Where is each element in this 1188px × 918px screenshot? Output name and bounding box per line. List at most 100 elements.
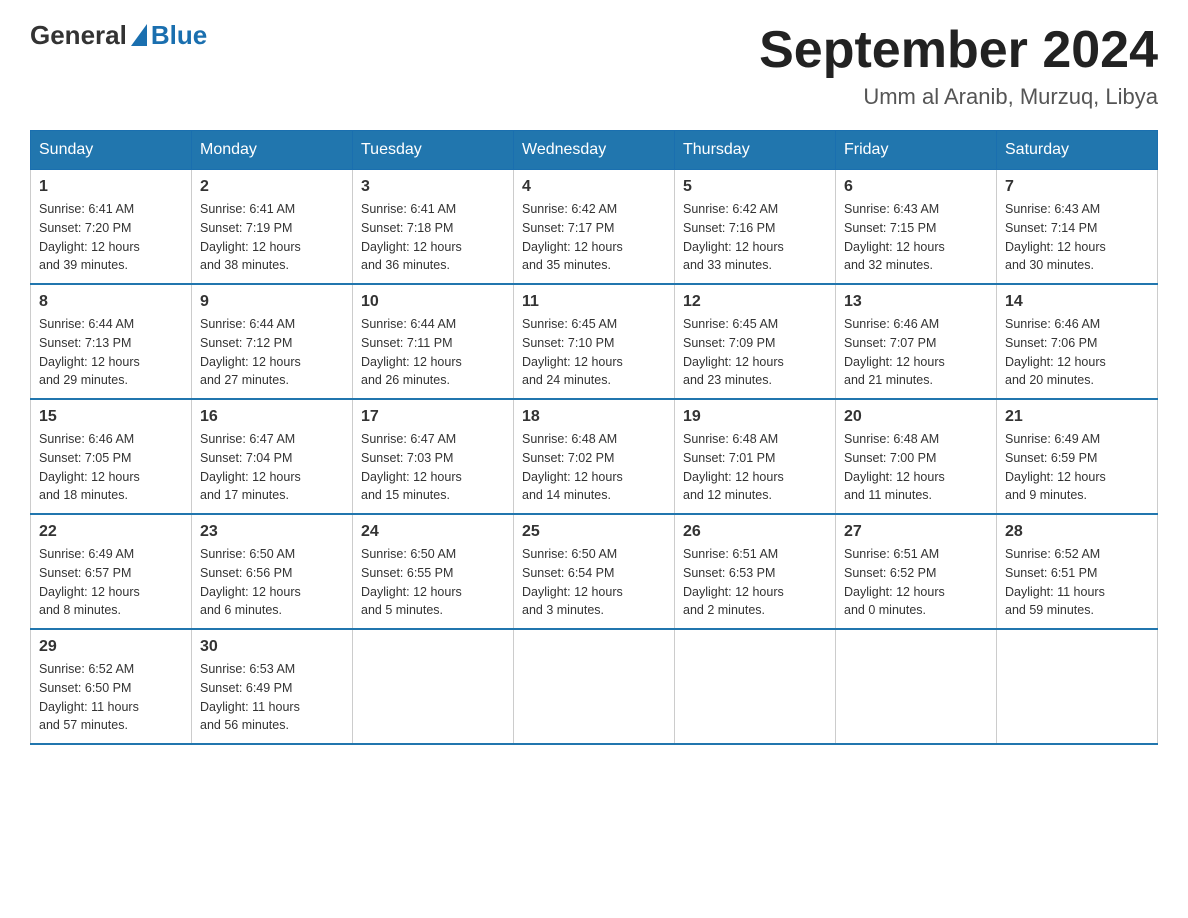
column-header-monday: Monday <box>192 131 353 170</box>
column-header-friday: Friday <box>836 131 997 170</box>
calendar-cell: 2 Sunrise: 6:41 AMSunset: 7:19 PMDayligh… <box>192 170 353 285</box>
logo-triangle-icon <box>131 24 147 46</box>
logo-general-text: General <box>30 20 127 51</box>
calendar-cell <box>675 629 836 744</box>
day-number: 11 <box>522 293 666 311</box>
week-row-2: 8 Sunrise: 6:44 AMSunset: 7:13 PMDayligh… <box>31 284 1158 399</box>
calendar-header-row: SundayMondayTuesdayWednesdayThursdayFrid… <box>31 131 1158 170</box>
day-number: 23 <box>200 523 344 541</box>
week-row-3: 15 Sunrise: 6:46 AMSunset: 7:05 PMDaylig… <box>31 399 1158 514</box>
day-info: Sunrise: 6:51 AMSunset: 6:53 PMDaylight:… <box>683 547 784 617</box>
day-info: Sunrise: 6:44 AMSunset: 7:12 PMDaylight:… <box>200 317 301 387</box>
day-number: 6 <box>844 178 988 196</box>
day-number: 12 <box>683 293 827 311</box>
calendar-cell: 14 Sunrise: 6:46 AMSunset: 7:06 PMDaylig… <box>997 284 1158 399</box>
calendar-cell: 10 Sunrise: 6:44 AMSunset: 7:11 PMDaylig… <box>353 284 514 399</box>
day-number: 19 <box>683 408 827 426</box>
calendar-cell: 30 Sunrise: 6:53 AMSunset: 6:49 PMDaylig… <box>192 629 353 744</box>
calendar-cell: 1 Sunrise: 6:41 AMSunset: 7:20 PMDayligh… <box>31 170 192 285</box>
day-info: Sunrise: 6:43 AMSunset: 7:15 PMDaylight:… <box>844 202 945 272</box>
logo: General Blue <box>30 20 207 51</box>
week-row-4: 22 Sunrise: 6:49 AMSunset: 6:57 PMDaylig… <box>31 514 1158 629</box>
calendar-cell: 20 Sunrise: 6:48 AMSunset: 7:00 PMDaylig… <box>836 399 997 514</box>
week-row-1: 1 Sunrise: 6:41 AMSunset: 7:20 PMDayligh… <box>31 170 1158 285</box>
calendar-title: September 2024 <box>759 20 1158 80</box>
logo-blue-text: Blue <box>151 20 207 51</box>
day-info: Sunrise: 6:44 AMSunset: 7:11 PMDaylight:… <box>361 317 462 387</box>
day-number: 15 <box>39 408 183 426</box>
day-info: Sunrise: 6:41 AMSunset: 7:20 PMDaylight:… <box>39 202 140 272</box>
calendar-cell: 16 Sunrise: 6:47 AMSunset: 7:04 PMDaylig… <box>192 399 353 514</box>
day-info: Sunrise: 6:46 AMSunset: 7:07 PMDaylight:… <box>844 317 945 387</box>
calendar-cell: 7 Sunrise: 6:43 AMSunset: 7:14 PMDayligh… <box>997 170 1158 285</box>
calendar-cell: 3 Sunrise: 6:41 AMSunset: 7:18 PMDayligh… <box>353 170 514 285</box>
day-info: Sunrise: 6:45 AMSunset: 7:09 PMDaylight:… <box>683 317 784 387</box>
column-header-wednesday: Wednesday <box>514 131 675 170</box>
calendar-cell: 23 Sunrise: 6:50 AMSunset: 6:56 PMDaylig… <box>192 514 353 629</box>
day-info: Sunrise: 6:41 AMSunset: 7:18 PMDaylight:… <box>361 202 462 272</box>
day-info: Sunrise: 6:50 AMSunset: 6:54 PMDaylight:… <box>522 547 623 617</box>
day-info: Sunrise: 6:48 AMSunset: 7:01 PMDaylight:… <box>683 432 784 502</box>
day-number: 26 <box>683 523 827 541</box>
day-number: 10 <box>361 293 505 311</box>
calendar-cell: 18 Sunrise: 6:48 AMSunset: 7:02 PMDaylig… <box>514 399 675 514</box>
day-number: 17 <box>361 408 505 426</box>
day-number: 13 <box>844 293 988 311</box>
day-info: Sunrise: 6:45 AMSunset: 7:10 PMDaylight:… <box>522 317 623 387</box>
day-info: Sunrise: 6:51 AMSunset: 6:52 PMDaylight:… <box>844 547 945 617</box>
title-section: September 2024 Umm al Aranib, Murzuq, Li… <box>759 20 1158 110</box>
day-number: 20 <box>844 408 988 426</box>
day-number: 27 <box>844 523 988 541</box>
day-number: 5 <box>683 178 827 196</box>
day-info: Sunrise: 6:46 AMSunset: 7:05 PMDaylight:… <box>39 432 140 502</box>
calendar-cell: 27 Sunrise: 6:51 AMSunset: 6:52 PMDaylig… <box>836 514 997 629</box>
day-info: Sunrise: 6:43 AMSunset: 7:14 PMDaylight:… <box>1005 202 1106 272</box>
calendar-cell: 26 Sunrise: 6:51 AMSunset: 6:53 PMDaylig… <box>675 514 836 629</box>
calendar-cell: 21 Sunrise: 6:49 AMSunset: 6:59 PMDaylig… <box>997 399 1158 514</box>
calendar-cell: 22 Sunrise: 6:49 AMSunset: 6:57 PMDaylig… <box>31 514 192 629</box>
day-number: 4 <box>522 178 666 196</box>
calendar-cell: 25 Sunrise: 6:50 AMSunset: 6:54 PMDaylig… <box>514 514 675 629</box>
day-info: Sunrise: 6:42 AMSunset: 7:17 PMDaylight:… <box>522 202 623 272</box>
calendar-cell: 24 Sunrise: 6:50 AMSunset: 6:55 PMDaylig… <box>353 514 514 629</box>
day-number: 25 <box>522 523 666 541</box>
column-header-thursday: Thursday <box>675 131 836 170</box>
calendar-cell: 12 Sunrise: 6:45 AMSunset: 7:09 PMDaylig… <box>675 284 836 399</box>
day-info: Sunrise: 6:49 AMSunset: 6:57 PMDaylight:… <box>39 547 140 617</box>
day-info: Sunrise: 6:48 AMSunset: 7:02 PMDaylight:… <box>522 432 623 502</box>
week-row-5: 29 Sunrise: 6:52 AMSunset: 6:50 PMDaylig… <box>31 629 1158 744</box>
day-number: 8 <box>39 293 183 311</box>
calendar-subtitle: Umm al Aranib, Murzuq, Libya <box>759 84 1158 110</box>
day-info: Sunrise: 6:44 AMSunset: 7:13 PMDaylight:… <box>39 317 140 387</box>
day-number: 22 <box>39 523 183 541</box>
calendar-table: SundayMondayTuesdayWednesdayThursdayFrid… <box>30 130 1158 745</box>
day-info: Sunrise: 6:49 AMSunset: 6:59 PMDaylight:… <box>1005 432 1106 502</box>
day-number: 28 <box>1005 523 1149 541</box>
day-number: 18 <box>522 408 666 426</box>
calendar-cell: 5 Sunrise: 6:42 AMSunset: 7:16 PMDayligh… <box>675 170 836 285</box>
column-header-sunday: Sunday <box>31 131 192 170</box>
day-info: Sunrise: 6:47 AMSunset: 7:03 PMDaylight:… <box>361 432 462 502</box>
day-number: 1 <box>39 178 183 196</box>
calendar-cell <box>514 629 675 744</box>
page-header: General Blue September 2024 Umm al Arani… <box>30 20 1158 110</box>
calendar-cell: 6 Sunrise: 6:43 AMSunset: 7:15 PMDayligh… <box>836 170 997 285</box>
column-header-tuesday: Tuesday <box>353 131 514 170</box>
calendar-cell: 19 Sunrise: 6:48 AMSunset: 7:01 PMDaylig… <box>675 399 836 514</box>
day-number: 14 <box>1005 293 1149 311</box>
calendar-cell: 29 Sunrise: 6:52 AMSunset: 6:50 PMDaylig… <box>31 629 192 744</box>
day-info: Sunrise: 6:47 AMSunset: 7:04 PMDaylight:… <box>200 432 301 502</box>
calendar-cell: 8 Sunrise: 6:44 AMSunset: 7:13 PMDayligh… <box>31 284 192 399</box>
day-number: 3 <box>361 178 505 196</box>
calendar-cell: 28 Sunrise: 6:52 AMSunset: 6:51 PMDaylig… <box>997 514 1158 629</box>
day-info: Sunrise: 6:52 AMSunset: 6:50 PMDaylight:… <box>39 662 139 732</box>
calendar-cell <box>836 629 997 744</box>
day-info: Sunrise: 6:50 AMSunset: 6:55 PMDaylight:… <box>361 547 462 617</box>
day-number: 7 <box>1005 178 1149 196</box>
calendar-cell: 13 Sunrise: 6:46 AMSunset: 7:07 PMDaylig… <box>836 284 997 399</box>
day-info: Sunrise: 6:52 AMSunset: 6:51 PMDaylight:… <box>1005 547 1105 617</box>
calendar-cell: 11 Sunrise: 6:45 AMSunset: 7:10 PMDaylig… <box>514 284 675 399</box>
calendar-cell: 17 Sunrise: 6:47 AMSunset: 7:03 PMDaylig… <box>353 399 514 514</box>
day-number: 16 <box>200 408 344 426</box>
day-number: 24 <box>361 523 505 541</box>
